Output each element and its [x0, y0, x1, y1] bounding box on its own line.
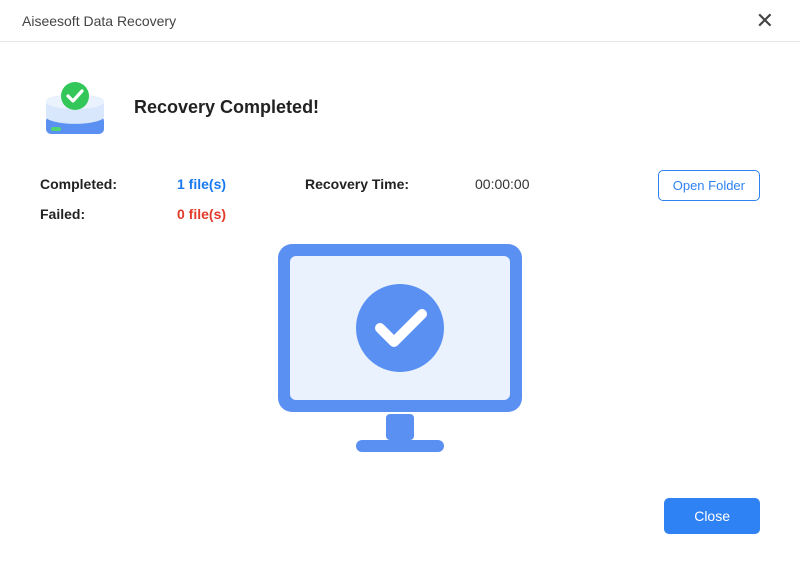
content-area: Recovery Completed! Completed: 1 file(s)…: [0, 42, 800, 562]
title-bar: Aiseesoft Data Recovery ✕: [0, 0, 800, 42]
monitor-check-icon: [260, 236, 540, 466]
completed-value: 1 file(s): [177, 176, 305, 192]
stats-row-failed: Failed: 0 file(s): [40, 206, 760, 222]
recovery-time-value: 00:00:00: [475, 176, 530, 192]
header-row: Recovery Completed!: [40, 72, 760, 142]
close-icon[interactable]: ✕: [748, 6, 782, 36]
stats-row-completed: Completed: 1 file(s) Recovery Time: 00:0…: [40, 176, 760, 192]
failed-value: 0 file(s): [177, 206, 305, 222]
illustration-area: [40, 236, 760, 466]
window-title: Aiseesoft Data Recovery: [22, 13, 176, 29]
footer: Close: [664, 498, 760, 534]
open-folder-button[interactable]: Open Folder: [658, 170, 760, 201]
recovery-time-label: Recovery Time:: [305, 176, 475, 192]
page-heading: Recovery Completed!: [134, 97, 319, 118]
completed-label: Completed:: [40, 176, 177, 192]
drive-check-icon: [40, 72, 110, 142]
close-button[interactable]: Close: [664, 498, 760, 534]
failed-label: Failed:: [40, 206, 177, 222]
